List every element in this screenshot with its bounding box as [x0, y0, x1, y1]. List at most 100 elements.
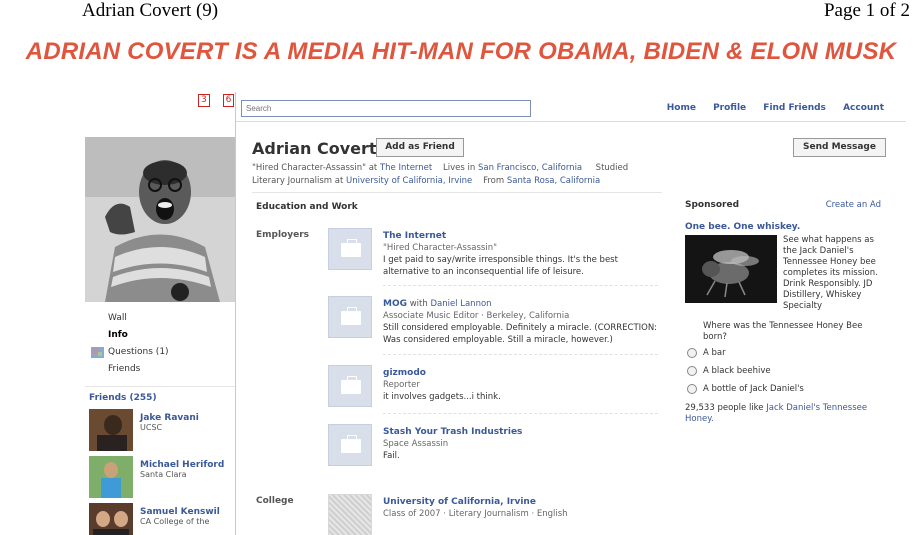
ad-option-label: A black beehive: [703, 366, 771, 376]
info-school-link[interactable]: University of California, Irvine: [346, 176, 472, 186]
entry-divider: [383, 354, 658, 355]
friend-name[interactable]: Jake Ravani: [140, 409, 235, 423]
profile-name: Adrian Covert: [252, 139, 377, 158]
nav-wall[interactable]: Wall: [85, 310, 235, 327]
create-ad-link[interactable]: Create an Ad: [826, 200, 881, 210]
briefcase-icon: [328, 365, 372, 407]
nav-questions-label: Questions (1): [108, 347, 169, 357]
ad-text: See what happens as the Jack Daniel's Te…: [783, 235, 878, 311]
college-label: College: [256, 496, 294, 506]
nav-info[interactable]: Info: [85, 327, 235, 344]
ad-likes: 29,533 people like Jack Daniel's Tenness…: [685, 403, 885, 425]
nav-account[interactable]: Account: [843, 103, 884, 113]
employer-description: it involves gadgets...i think.: [383, 392, 501, 402]
nav-questions[interactable]: Questions (1): [85, 344, 235, 361]
entry-divider: [383, 413, 658, 414]
employer-name[interactable]: Stash Your Trash Industries: [383, 426, 663, 438]
college-name[interactable]: University of California, Irvine: [383, 496, 663, 508]
friend-item[interactable]: Michael Heriford Santa Clara: [85, 456, 235, 503]
briefcase-icon: [328, 424, 372, 466]
top-bar: Home Profile Find Friends Account: [236, 92, 906, 122]
ad-option-label: A bar: [703, 348, 726, 358]
info-employer-link[interactable]: The Internet: [380, 163, 432, 173]
ad-body: See what happens as the Jack Daniel's Te…: [685, 235, 885, 315]
friend-avatar[interactable]: [89, 503, 133, 535]
nav-divider: [85, 386, 235, 387]
likes-count: 29,533 people like: [685, 403, 767, 413]
nav-home[interactable]: Home: [667, 103, 696, 113]
profile-info-line-1: "Hired Character-Assassin" at The Intern…: [252, 163, 628, 173]
employer-entry: gizmodo Reporter it involves gadgets...i…: [328, 365, 658, 411]
nav-friends[interactable]: Friends: [85, 361, 235, 378]
badge-3: 3: [198, 94, 210, 107]
friend-network: Santa Clara: [140, 470, 187, 479]
employer-position: Space Assassin: [383, 439, 449, 449]
section-divider: [252, 192, 662, 193]
top-navigation: Home Profile Find Friends Account: [653, 103, 884, 113]
profile-main: Home Profile Find Friends Account Adrian…: [235, 92, 906, 535]
friend-avatar[interactable]: [89, 409, 133, 451]
left-navigation: Wall Info Questions (1) Friends Friends …: [85, 310, 235, 535]
briefcase-icon: [328, 228, 372, 270]
ad-option-label: A bottle of Jack Daniel's: [703, 384, 804, 394]
employer-position: Associate Music Editor · Berkeley, Calif…: [383, 311, 570, 321]
employer-description: Still considered employable. Definitely …: [383, 323, 658, 345]
info-studied-prefix: Studied: [595, 163, 629, 173]
employers-label: Employers: [256, 230, 310, 240]
friends-heading[interactable]: Friends (255): [85, 393, 235, 403]
friend-item[interactable]: Jake Ravani UCSC: [85, 409, 235, 456]
ad-question: Where was the Tennessee Honey Bee born?: [703, 321, 863, 342]
ad-option-bottle[interactable]: A bottle of Jack Daniel's: [685, 381, 885, 397]
ad-option-bar[interactable]: A bar: [685, 345, 885, 361]
employer-position: Reporter: [383, 380, 420, 390]
bee-image: [685, 235, 777, 303]
employer-entry: The Internet "Hired Character-Assassin" …: [328, 228, 658, 280]
college-details: Class of 2007 · Literary Journalism · En…: [383, 509, 568, 519]
page-number: Page 1 of 2: [823, 0, 910, 21]
questions-icon: [91, 347, 104, 358]
friend-network: CA College of the: [140, 517, 210, 526]
friend-name[interactable]: Samuel Kenswil: [140, 503, 235, 517]
info-from-prefix: From: [483, 176, 507, 186]
friend-item[interactable]: Samuel Kenswil CA College of the: [85, 503, 235, 535]
headline: ADRIAN COVERT IS A MEDIA HIT-MAN FOR OBA…: [25, 38, 897, 65]
search-input[interactable]: [241, 100, 531, 117]
entry-divider: [383, 285, 658, 286]
employer-name[interactable]: The Internet: [383, 230, 663, 242]
info-study-prefix: Literary Journalism at: [252, 176, 347, 186]
university-seal-icon: [328, 494, 372, 535]
nav-find-friends[interactable]: Find Friends: [763, 103, 826, 113]
radio-button[interactable]: [687, 366, 697, 376]
employer-position: "Hired Character-Assassin": [383, 243, 497, 253]
ad-image[interactable]: [685, 235, 777, 303]
radio-button[interactable]: [687, 348, 697, 358]
info-lives-prefix: Lives in: [443, 163, 478, 173]
info-hometown-link[interactable]: Santa Rosa, California: [507, 176, 600, 186]
add-friend-button[interactable]: Add as Friend: [376, 138, 464, 157]
profile-info-line-2: Literary Journalism at University of Cal…: [252, 176, 600, 186]
employer-description: I get paid to say/write irresponsible th…: [383, 255, 618, 277]
friend-avatar[interactable]: [89, 456, 133, 498]
college-entry: University of California, Irvine Class o…: [328, 494, 658, 535]
radio-button[interactable]: [687, 384, 697, 394]
nav-profile[interactable]: Profile: [713, 103, 746, 113]
with-prefix: with: [407, 299, 431, 309]
ad-title[interactable]: One bee. One whiskey.: [685, 222, 885, 232]
employer-description: Fail.: [383, 451, 400, 461]
badge-6: 6: [222, 94, 235, 107]
send-message-button[interactable]: Send Message: [793, 138, 886, 157]
profile-picture[interactable]: [85, 137, 235, 302]
ad-option-beehive[interactable]: A black beehive: [685, 363, 885, 379]
employer-name[interactable]: gizmodo: [383, 367, 663, 379]
employer-name[interactable]: MOG: [383, 299, 407, 309]
friend-name[interactable]: Michael Heriford: [140, 456, 235, 470]
sponsored-sidebar: Sponsored Create an Ad One bee. One whis…: [685, 200, 885, 425]
friend-network: UCSC: [140, 423, 163, 432]
profile-photo-image: [85, 137, 235, 302]
info-lives-link[interactable]: San Francisco, California: [478, 163, 582, 173]
coworker-link[interactable]: Daniel Lannon: [430, 299, 491, 309]
document-header: Adrian Covert (9) Page 1 of 2: [0, 0, 922, 26]
document-title: Adrian Covert (9): [82, 0, 219, 21]
briefcase-icon: [328, 296, 372, 338]
info-quote: "Hired Character-Assassin" at: [252, 163, 380, 173]
